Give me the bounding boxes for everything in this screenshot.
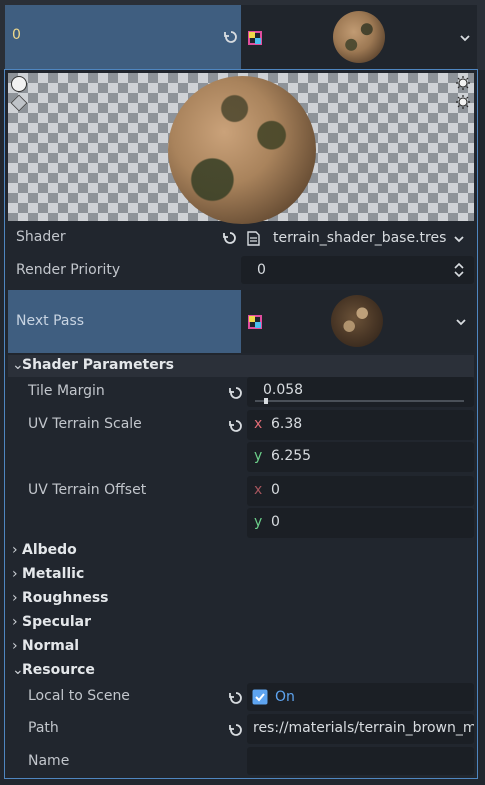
- resource-title: Resource: [22, 662, 95, 678]
- metallic-title: Metallic: [22, 566, 85, 582]
- chevron-right-icon: ›: [12, 566, 18, 582]
- render-priority-spinbox[interactable]: 0: [241, 256, 474, 284]
- chevron-right-icon: ›: [12, 542, 18, 558]
- name-label: Name: [28, 753, 70, 769]
- sphere-mode-icon[interactable]: [11, 76, 27, 92]
- chevron-down-icon[interactable]: [453, 233, 465, 245]
- chevron-down-icon: ⌄: [12, 662, 24, 678]
- checkbox-checked-icon: [252, 689, 268, 705]
- material-resource-picker[interactable]: [241, 5, 477, 69]
- tile-margin-label: Tile Margin: [28, 383, 105, 399]
- path-label: Path: [28, 720, 59, 736]
- revert-icon[interactable]: [222, 230, 238, 246]
- chevron-down-icon: ⌄: [12, 357, 24, 373]
- render-priority-label: Render Priority: [16, 262, 121, 278]
- box-mode-icon[interactable]: [10, 94, 28, 112]
- chevron-right-icon: ›: [12, 638, 18, 654]
- uv-terrain-offset-x-field[interactable]: x 0: [247, 476, 474, 506]
- uv-terrain-scale-label: UV Terrain Scale: [28, 416, 142, 432]
- shader-label: Shader: [16, 229, 66, 245]
- preview-sphere: [168, 76, 316, 224]
- uv-terrain-scale-x-value: 6.38: [271, 416, 303, 432]
- chevron-down-icon[interactable]: [455, 316, 467, 328]
- material-icon: [248, 31, 262, 45]
- array-index-label-area[interactable]: 0: [5, 5, 241, 69]
- revert-icon[interactable]: [228, 385, 244, 401]
- shader-parameters-section[interactable]: ⌄Shader Parameters: [12, 357, 174, 373]
- tile-margin-value: 0.058: [263, 382, 304, 398]
- chevron-right-icon: ›: [12, 590, 18, 606]
- specular-title: Specular: [22, 614, 92, 630]
- normal-title: Normal: [22, 638, 80, 654]
- material-icon: [248, 315, 262, 329]
- render-priority-value: 0: [257, 262, 266, 278]
- name-input[interactable]: [247, 747, 474, 775]
- revert-icon[interactable]: [228, 690, 244, 706]
- light-2-icon[interactable]: [456, 95, 470, 109]
- array-index-label: 0: [12, 27, 21, 43]
- x-axis-label: x: [254, 416, 263, 432]
- revert-icon[interactable]: [228, 722, 244, 738]
- uv-terrain-offset-y-value: 0: [271, 514, 280, 530]
- uv-terrain-scale-y-field[interactable]: y 6.255: [247, 442, 474, 472]
- albedo-title: Albedo: [22, 542, 77, 558]
- spin-arrows-icon[interactable]: [453, 262, 465, 278]
- local-to-scene-label: Local to Scene: [28, 688, 130, 704]
- revert-icon[interactable]: [228, 418, 244, 434]
- next-pass-label: Next Pass: [16, 313, 85, 329]
- slider-grabber[interactable]: [264, 398, 268, 404]
- chevron-right-icon: ›: [12, 614, 18, 630]
- next-pass-preview-thumbnail: [331, 295, 383, 347]
- revert-icon[interactable]: [223, 29, 239, 45]
- y-axis-label: y: [254, 448, 263, 464]
- uv-terrain-offset-x-value: 0: [271, 482, 280, 498]
- shader-parameters-title: Shader Parameters: [22, 357, 174, 373]
- shader-resource-name: terrain_shader_base.tres: [273, 230, 447, 246]
- resource-section[interactable]: ⌄Resource: [12, 662, 95, 678]
- path-value: res://materials/terrain_brown_m: [253, 720, 474, 736]
- roughness-section[interactable]: › Roughness: [12, 590, 108, 606]
- local-to-scene-value: On: [275, 689, 295, 705]
- albedo-section[interactable]: › Albedo: [12, 542, 77, 558]
- specular-section[interactable]: › Specular: [12, 614, 91, 630]
- material-preview: [8, 73, 474, 224]
- uv-terrain-offset-y-field[interactable]: y 0: [247, 508, 474, 538]
- roughness-title: Roughness: [22, 590, 109, 606]
- shader-resource-picker[interactable]: terrain_shader_base.tres: [241, 225, 474, 252]
- uv-terrain-scale-y-value: 6.255: [271, 448, 312, 464]
- next-pass-row: Next Pass: [8, 290, 241, 353]
- uv-terrain-offset-label: UV Terrain Offset: [28, 482, 147, 498]
- uv-terrain-scale-x-field[interactable]: x 6.38: [247, 410, 474, 440]
- chevron-down-icon[interactable]: [459, 32, 471, 44]
- path-input[interactable]: res://materials/terrain_brown_m: [247, 714, 474, 744]
- tile-margin-slider[interactable]: 0.058: [247, 377, 474, 407]
- y-axis-label: y: [254, 514, 263, 530]
- x-axis-label: x: [254, 482, 263, 498]
- metallic-section[interactable]: › Metallic: [12, 566, 84, 582]
- slider-track: [255, 400, 464, 402]
- text-file-icon: [247, 231, 260, 246]
- local-to-scene-checkbox[interactable]: On: [247, 683, 474, 711]
- material-preview-thumbnail: [333, 11, 385, 63]
- light-1-icon[interactable]: [456, 76, 470, 90]
- normal-section[interactable]: › Normal: [12, 638, 79, 654]
- next-pass-picker[interactable]: [241, 290, 474, 353]
